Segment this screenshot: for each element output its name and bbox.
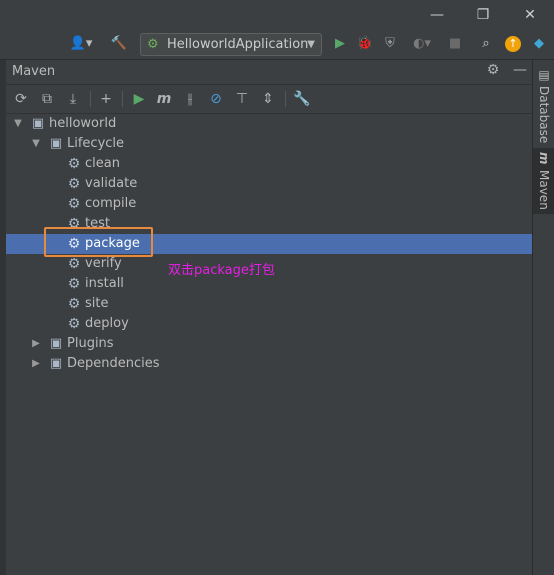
update-icon[interactable]: ↑ [503,34,523,54]
maven-tab[interactable]: m Maven [533,148,554,214]
toolbar-separator [122,91,123,107]
lifecycle-phase-deploy[interactable]: ⚙ deploy [6,314,532,334]
panel-header: Maven ⚙ — [6,60,532,85]
collapse-all-icon[interactable]: ⇕ [257,89,279,109]
chevron-down-icon[interactable]: ▼ [12,114,24,134]
reload-icon[interactable]: ⟳ [10,89,32,109]
restore-button[interactable]: ❐ [472,5,494,25]
tree-row-dependencies[interactable]: ▶ ▣ Dependencies [6,354,532,374]
dependencies-label: Dependencies [67,356,160,371]
run-configuration-select[interactable]: ⚙ HelloworldApplication ▼ [140,33,322,56]
maven-tool-window: Maven ⚙ — ⟳ ⧉ ⤓ + ▶ m ⫲ ⊘ ⊤ ⇕ 🔧 ▼ ▣ hell… [6,60,532,575]
navigation-toolbar: 👤▾ 🔨 ⚙ HelloworldApplication ▼ ▶ 🐞 ⛨ ◐▾ … [0,30,554,60]
toolbar-separator [90,91,91,107]
profiler-icon[interactable]: ◐▾ [405,34,439,54]
lifecycle-folder-icon: ▣ [49,136,63,151]
tree-row-project[interactable]: ▼ ▣ helloworld [6,114,532,134]
tree-row-plugins[interactable]: ▶ ▣ Plugins [6,334,532,354]
settings-gear-icon[interactable]: ⚙ [483,62,503,78]
lifecycle-phase-clean[interactable]: ⚙ clean [6,154,532,174]
run-maven-build-icon[interactable]: ▶ [128,89,150,109]
run-configuration-label: HelloworldApplication [167,37,309,52]
phase-label: clean [85,156,120,171]
database-tab-label: Database [537,86,551,144]
chevron-down-icon[interactable]: ▼ [30,134,42,154]
lifecycle-phase-compile[interactable]: ⚙ compile [6,194,532,214]
right-tool-strip: ▤ Database m Maven [532,60,554,575]
add-project-icon[interactable]: + [95,89,117,109]
lifecycle-phase-site[interactable]: ⚙ site [6,294,532,314]
user-icon[interactable]: 👤▾ [66,34,96,54]
gear-icon: ⚙ [67,296,81,312]
database-tab[interactable]: ▤ Database [533,64,554,144]
phase-label: validate [85,176,138,191]
toggle-offline-icon[interactable]: ⫲ [179,89,201,109]
coverage-icon[interactable]: ⛨ [380,34,400,54]
spring-boot-icon: ⚙ [147,37,159,52]
run-icon[interactable]: ▶ [330,34,350,54]
dependencies-folder-icon: ▣ [49,356,63,371]
plugins-label: Plugins [67,336,114,351]
debug-icon[interactable]: 🐞 [355,34,375,54]
phase-label: deploy [85,316,129,331]
show-dependencies-icon[interactable]: ⊤ [231,89,253,109]
close-button[interactable]: ✕ [519,5,541,25]
lifecycle-label: Lifecycle [67,136,125,151]
phase-label: compile [85,196,137,211]
gear-icon: ⚙ [67,156,81,172]
database-icon: ▤ [537,68,551,82]
stop-icon[interactable]: ■ [445,34,465,54]
jetbrains-toolbox-icon[interactable]: ◆ [529,34,549,54]
gear-icon: ⚙ [67,256,81,272]
title-bar: — ❐ ✕ [0,0,554,30]
download-icon[interactable]: ⤓ [62,89,84,109]
generate-sources-icon[interactable]: ⧉ [36,89,58,109]
execute-goal-icon[interactable]: m [153,89,175,109]
project-label: helloworld [49,116,117,131]
gear-icon: ⚙ [67,196,81,212]
phase-label: site [85,296,109,311]
maven-toolbar: ⟳ ⧉ ⤓ + ▶ m ⫲ ⊘ ⊤ ⇕ 🔧 [6,85,532,114]
chevron-right-icon[interactable]: ▶ [30,354,42,374]
chevron-right-icon[interactable]: ▶ [30,334,42,354]
chevron-down-icon: ▼ [307,39,315,50]
tree-row-lifecycle[interactable]: ▼ ▣ Lifecycle [6,134,532,154]
phase-label: install [85,276,124,291]
annotation-text: 双击package打包 [168,263,275,278]
gear-icon: ⚙ [67,276,81,292]
hide-panel-icon[interactable]: — [510,62,530,78]
maven-icon: m [537,152,551,165]
gear-icon: ⚙ [67,176,81,192]
panel-title: Maven [12,64,56,79]
search-icon[interactable]: ⌕ [476,34,496,54]
lifecycle-phase-validate[interactable]: ⚙ validate [6,174,532,194]
maven-tab-label: Maven [537,170,551,210]
minimize-button[interactable]: — [426,5,448,25]
build-hammer-icon[interactable]: 🔨 [110,34,128,54]
gear-icon: ⚙ [67,316,81,332]
plugins-folder-icon: ▣ [49,336,63,351]
phase-label: verify [85,256,122,271]
toolbar-separator [285,91,286,107]
highlight-box [44,227,153,257]
skip-tests-icon[interactable]: ⊘ [205,89,227,109]
wrench-icon[interactable]: 🔧 [291,89,313,109]
maven-project-icon: ▣ [31,116,45,131]
